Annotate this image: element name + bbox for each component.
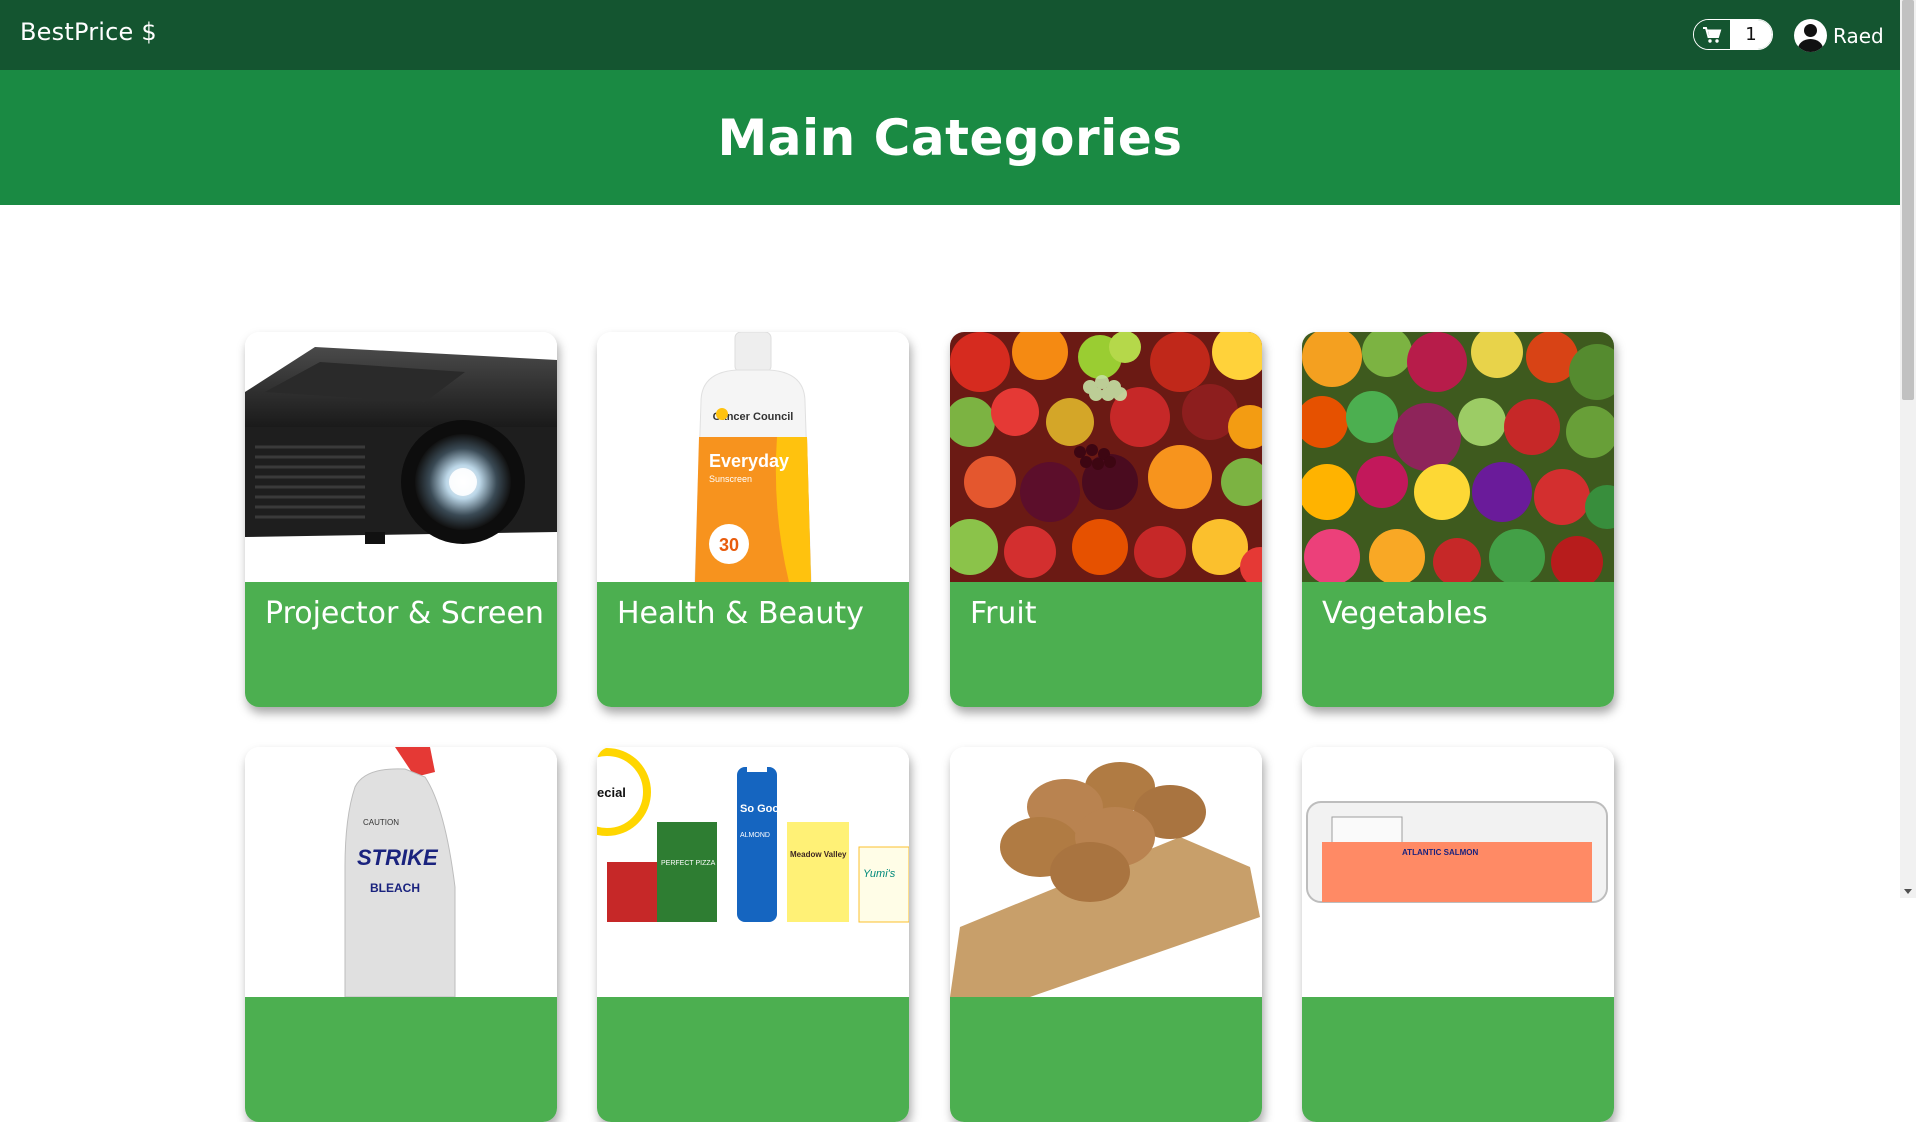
category-card-projector[interactable]: Projector & Screen [245,332,557,707]
sunscreen-sub: Sunscreen [709,474,752,484]
category-label-container [950,997,1262,1122]
cheese-text: Meadow Valley [790,850,847,859]
category-label-container [245,997,557,1122]
user-avatar-icon [1794,19,1827,52]
category-name: Vegetables [1322,596,1488,631]
salmon-pack-image: ATLANTIC SALMON [1302,747,1614,997]
scrollbar-thumb[interactable] [1902,0,1914,400]
grocery-products-image: ecial PERFECT PIZZA So Good ALMOND Meado… [597,747,909,997]
scroll-down-arrow-icon[interactable] [1904,889,1912,894]
user-name: Raed [1833,23,1884,48]
salmon-text: ATLANTIC SALMON [1402,848,1479,857]
category-label-container: Fruit [950,582,1262,707]
category-card-health-beauty[interactable]: Cancer Council Everyday Sunscreen 30 Hea… [597,332,909,707]
yogurt-text: Yumi's [863,868,896,880]
fruit-assortment-image [950,332,1262,582]
user-menu[interactable]: Raed [1794,19,1884,52]
category-label-container [1302,997,1614,1122]
projector-image [245,332,557,582]
sunscreen-bottle-image: Cancer Council Everyday Sunscreen 30 [597,332,909,582]
top-navbar: BestPrice $ 1 Raed [0,0,1900,70]
category-label-container: Projector & Screen [245,582,557,707]
cart-button[interactable]: 1 [1693,19,1773,50]
category-card-fruit[interactable]: Fruit [950,332,1262,707]
bleach-brand: STRIKE [357,845,439,870]
bleach-caution: CAUTION [363,818,399,827]
sunscreen-spf: 30 [719,535,739,555]
category-name: Fruit [970,596,1037,631]
category-card-groceries[interactable]: ecial PERFECT PIZZA So Good ALMOND Meado… [597,747,909,1122]
milk-sub: ALMOND [740,832,770,839]
category-label-container: Health & Beauty [597,582,909,707]
pizza-text: PERFECT PIZZA [661,860,716,867]
category-name: Health & Beauty [617,596,864,631]
bleach-word: BLEACH [370,881,420,895]
page-header-banner: Main Categories [0,70,1900,205]
category-card-vegetables[interactable]: Vegetables [1302,332,1614,707]
sunscreen-name: Everyday [709,451,789,471]
category-label-container [597,997,909,1122]
cart-count-badge: 1 [1730,20,1772,49]
milk-text: So Good [740,803,786,815]
page-title: Main Categories [717,108,1183,167]
category-label-container: Vegetables [1302,582,1614,707]
vegetable-assortment-image [1302,332,1614,582]
category-name: Projector & Screen [265,596,544,631]
category-card-bakery[interactable] [950,747,1262,1122]
brand-logo[interactable]: BestPrice $ [20,18,157,46]
category-card-seafood[interactable]: ATLANTIC SALMON [1302,747,1614,1122]
bleach-bottle-image: CAUTION STRIKE BLEACH [245,747,557,997]
category-card-cleaning[interactable]: CAUTION STRIKE BLEACH [245,747,557,1122]
special-text: ecial [597,785,626,800]
page-scrollbar[interactable] [1900,0,1916,898]
bread-rolls-image [950,747,1262,997]
cart-icon [1694,20,1730,49]
